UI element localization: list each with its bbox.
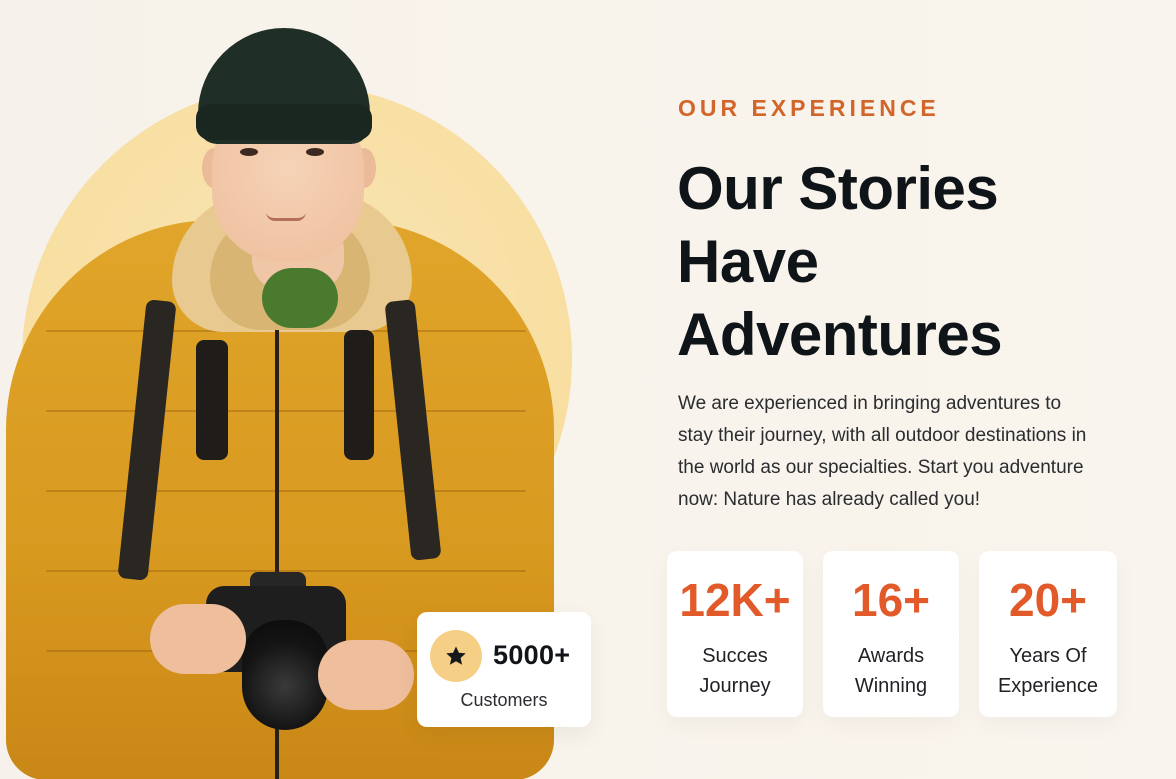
camera-strap-right — [344, 330, 374, 460]
camera-lens — [242, 620, 328, 730]
stat-label: Years Of Experience — [979, 641, 1117, 701]
star-icon-badge — [430, 630, 482, 682]
jacket-seam — [46, 410, 526, 412]
stat-card-years: 20+ Years Of Experience — [979, 551, 1117, 717]
experience-section: 5000+ Customers OUR EXPERIENCE Our Stori… — [0, 0, 1176, 779]
stat-label-line: Journey — [699, 675, 771, 697]
stat-value: 20+ — [1008, 574, 1088, 626]
stat-label-line: Years Of — [1009, 645, 1087, 667]
stat-card-journeys: 12K+ Succes Journey — [667, 551, 803, 717]
stat-label-line: Awards — [857, 645, 925, 667]
stat-label-line: Winning — [854, 675, 928, 697]
stat-value: 12K+ — [679, 574, 791, 626]
stat-value: 16+ — [851, 574, 931, 626]
camera-strap-left — [196, 340, 228, 460]
customers-count: 5000+ — [493, 640, 571, 670]
stat-card-awards: 16+ Awards Winning — [823, 551, 959, 717]
stat-label-line: Experience — [997, 675, 1099, 697]
mouth — [266, 212, 306, 221]
section-eyebrow: OUR EXPERIENCE — [678, 95, 940, 121]
hero-visual: 5000+ Customers — [0, 0, 600, 779]
stat-label-line: Succes — [702, 645, 768, 667]
jacket-seam — [46, 490, 526, 492]
stat-label: Awards Winning — [823, 641, 959, 701]
beanie-band — [196, 104, 372, 140]
hand-left — [150, 604, 246, 674]
headline-line: Adventures — [677, 301, 1003, 368]
stat-label: Succes Journey — [667, 641, 803, 701]
eye-right — [306, 148, 324, 156]
star-icon — [446, 646, 466, 665]
shirt — [262, 268, 338, 328]
section-headline: Our Stories Have Adventures — [677, 152, 1097, 371]
stats-row: 12K+ Succes Journey 16+ Awards Winning 2… — [667, 551, 1117, 717]
customers-label: Customers — [460, 690, 548, 710]
section-description: We are experienced in bringing adventure… — [678, 393, 1087, 510]
headline-line: Have — [677, 228, 819, 295]
hand-right — [318, 640, 414, 710]
customers-badge: 5000+ Customers — [417, 612, 591, 727]
eye-left — [240, 148, 258, 156]
headline-line: Our Stories — [677, 155, 999, 222]
